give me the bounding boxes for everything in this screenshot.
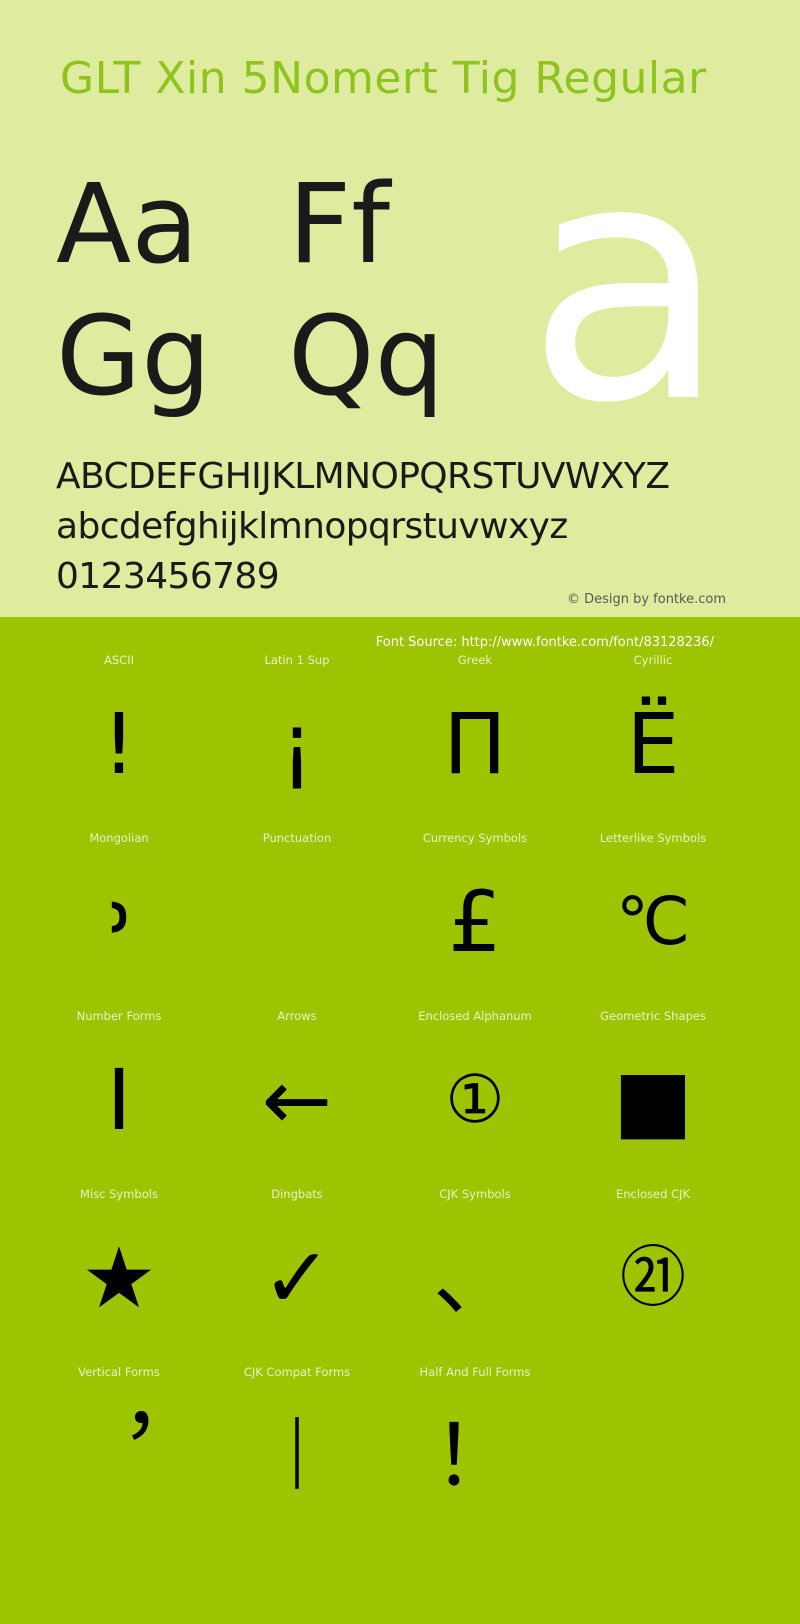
block-label: Vertical Forms — [78, 1365, 160, 1379]
block-row: Mongolian ᠈ Punctuation Currency Symbols… — [0, 831, 800, 1009]
unicode-block-cyrillic: Cyrillic Ё — [564, 653, 742, 831]
block-label: Arrows — [277, 1009, 317, 1023]
unicode-block-number-forms: Number Forms Ⅰ — [30, 1009, 208, 1187]
block-glyph — [208, 847, 386, 997]
sample-pair-qq: Qq — [288, 292, 445, 420]
block-glyph: ← — [261, 1051, 333, 1149]
unicode-block-latin1sup: Latin 1 Sup ¡ — [208, 653, 386, 831]
digits: 0123456789 — [56, 556, 280, 597]
specimen-preview-panel: GLT Xin 5Nomert Tig Regular a Aa Ff Gg Q… — [0, 0, 800, 617]
font-source-link[interactable]: Font Source: http://www.fontke.com/font/… — [376, 634, 714, 652]
lowercase-alphabet: abcdefghijklmnopqrstuvwxyz — [56, 506, 568, 547]
watermark-glyph: a — [525, 91, 728, 475]
sample-pair-ff: Ff — [288, 160, 390, 288]
sample-row: Aa Ff — [56, 158, 476, 290]
block-glyph: Π — [443, 695, 507, 793]
block-glyph: ★ — [81, 1229, 157, 1327]
font-specimen-page: GLT Xin 5Nomert Tig Regular a Aa Ff Gg Q… — [0, 0, 800, 1624]
block-glyph: ᠈ — [105, 873, 133, 971]
block-label: Dingbats — [271, 1187, 323, 1201]
block-glyph: £ — [448, 873, 502, 971]
unicode-block-letterlike-symbols: Letterlike Symbols ℃ — [564, 831, 742, 1009]
block-row: Misc Symbols ★ Dingbats ✓ CJK Symbols 、 … — [0, 1187, 800, 1365]
block-row: ASCII ! Latin 1 Sup ¡ Greek Π Cyrillic Ё — [0, 653, 800, 831]
block-glyph: ¡ — [280, 695, 314, 793]
unicode-block-enclosed-alphanum: Enclosed Alphanum ① — [386, 1009, 564, 1187]
block-label: Greek — [457, 653, 493, 667]
unicode-block-geometric-shapes: Geometric Shapes ■ — [564, 1009, 742, 1187]
alphabet-block: ABCDEFGHIJKLMNOPQRSTUVWXYZ abcdefghijklm… — [56, 452, 670, 602]
unicode-blocks-grid: ASCII ! Latin 1 Sup ¡ Greek Π Cyrillic Ё — [0, 653, 800, 1543]
block-glyph: ︱ — [254, 1407, 339, 1505]
block-glyph — [564, 1381, 742, 1531]
block-label — [564, 1365, 742, 1381]
block-label: Latin 1 Sup — [264, 653, 330, 667]
unicode-block-greek: Greek Π — [386, 653, 564, 831]
unicode-block-mongolian: Mongolian ᠈ — [30, 831, 208, 1009]
unicode-block-enclosed-cjk: Enclosed CJK ㉑ — [564, 1187, 742, 1365]
block-glyph: Ⅰ — [106, 1051, 132, 1149]
block-label: Geometric Shapes — [600, 1009, 706, 1023]
unicode-block-half-and-full-forms: Half And Full Forms ！ — [386, 1365, 564, 1543]
block-glyph: ■ — [613, 1051, 693, 1149]
block-label: Enclosed CJK — [615, 1187, 691, 1201]
unicode-block-vertical-forms: Vertical Forms ︐ — [30, 1365, 208, 1543]
sample-pair-gg: Gg — [56, 292, 212, 420]
block-label: Letterlike Symbols — [599, 831, 707, 845]
unicode-block-currency-symbols: Currency Symbols £ — [386, 831, 564, 1009]
block-glyph: ! — [102, 695, 136, 793]
block-label: Currency Symbols — [422, 831, 528, 845]
block-glyph: ① — [445, 1061, 505, 1138]
block-label: CJK Symbols — [439, 1187, 511, 1201]
unicode-block-cjk-symbols: CJK Symbols 、 — [386, 1187, 564, 1365]
block-label: Half And Full Forms — [419, 1365, 531, 1379]
unicode-block-dingbats: Dingbats ✓ — [208, 1187, 386, 1365]
block-label: CJK Compat Forms — [243, 1365, 351, 1379]
unicode-blocks-panel: Font Source: http://www.fontke.com/font/… — [0, 617, 800, 1624]
block-glyph: ！ — [432, 1407, 517, 1505]
unicode-block-cjk-compat-forms: CJK Compat Forms ︱ — [208, 1365, 386, 1543]
block-glyph: ︐ — [76, 1407, 161, 1505]
block-glyph: 、 — [432, 1229, 517, 1327]
sample-pair-aa: Aa — [56, 160, 199, 288]
unicode-block-misc-symbols: Misc Symbols ★ — [30, 1187, 208, 1365]
block-label: Misc Symbols — [80, 1187, 158, 1201]
unicode-block-punctuation: Punctuation — [208, 831, 386, 1009]
block-label: Mongolian — [89, 831, 149, 845]
sample-row: Gg Qq — [56, 290, 476, 422]
block-row: Number Forms Ⅰ Arrows ← Enclosed Alphanu… — [0, 1009, 800, 1187]
block-glyph: ㉑ — [620, 1239, 686, 1316]
block-label: Punctuation — [262, 831, 332, 845]
block-glyph: ✓ — [261, 1229, 333, 1327]
block-row: Vertical Forms ︐ CJK Compat Forms ︱ Half… — [0, 1365, 800, 1543]
unicode-block-arrows: Arrows ← — [208, 1009, 386, 1187]
sample-letter-pairs: Aa Ff Gg Qq — [56, 158, 476, 422]
unicode-block-ascii: ASCII ! — [30, 653, 208, 831]
uppercase-alphabet: ABCDEFGHIJKLMNOPQRSTUVWXYZ — [56, 456, 670, 497]
block-glyph: ℃ — [615, 883, 691, 960]
block-label: Enclosed Alphanum — [418, 1009, 532, 1023]
block-label: Number Forms — [76, 1009, 162, 1023]
block-glyph: Ё — [626, 695, 680, 793]
block-label: ASCII — [104, 653, 134, 667]
block-label: Cyrillic — [633, 653, 673, 667]
unicode-block-empty — [564, 1365, 742, 1543]
